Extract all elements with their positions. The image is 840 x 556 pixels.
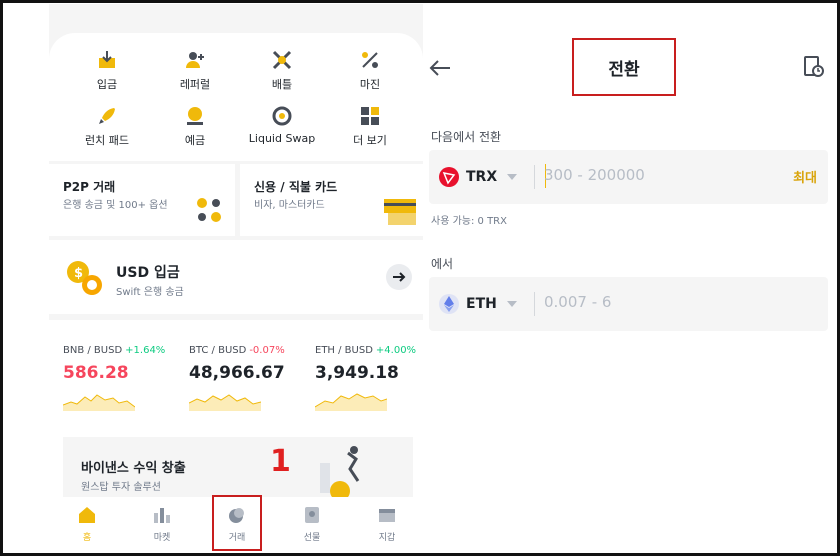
ticker-change: -0.07%: [249, 345, 285, 356]
ticker-price: 48,966.67: [189, 363, 285, 383]
convert-screen: 전환 다음에서 전환 TRX 300 - 200000 최대 사용 가능: 0 …: [423, 4, 837, 552]
step-number-label: 1: [270, 444, 291, 479]
sparkline-chart: [189, 394, 261, 411]
page-title: 전환: [572, 38, 676, 96]
ticker-pair: ETH / BUSD: [315, 345, 373, 356]
menu-more[interactable]: 더 보기: [324, 105, 416, 148]
tab-label: 지갑: [378, 533, 396, 543]
field-divider: [534, 165, 535, 189]
credit-card-title: 신용 / 직불 카드: [254, 180, 338, 194]
from-label: 다음에서 전환: [431, 130, 502, 144]
menu-liquid-swap[interactable]: Liquid Swap: [236, 105, 328, 145]
from-coin-name: TRX: [466, 169, 498, 185]
ticker-change: +1.64%: [125, 345, 166, 356]
menu-savings[interactable]: 예금: [149, 105, 241, 148]
promo-banner[interactable]: 바이낸스 수익 창출 원스탑 투자 솔루션: [63, 437, 413, 497]
swap-icon: [272, 106, 292, 126]
market-icon: [154, 508, 170, 523]
home-icon: [79, 507, 95, 523]
more-icon: [361, 107, 379, 125]
menu-battle[interactable]: 배틀: [236, 49, 328, 92]
menu-label: 마진: [359, 78, 381, 91]
promo-illustration: [320, 446, 360, 497]
home-screen: 입금 레퍼럴 배틀 마진 런치 패드 예금 Liquid Swap 더 보기 P…: [49, 4, 423, 552]
credit-card-icon: [384, 199, 416, 225]
to-coin-selector[interactable]: ETH: [439, 294, 517, 314]
menu-referral[interactable]: 레퍼럴: [149, 49, 241, 92]
menu-label: 더 보기: [353, 134, 387, 147]
to-amount-input[interactable]: 0.007 - 6: [544, 293, 611, 311]
tab-label: 홈: [82, 533, 92, 543]
ticker-price: 586.28: [63, 363, 129, 383]
menu-label: 입금: [96, 78, 118, 91]
from-field[interactable]: TRX 300 - 200000 최대: [429, 150, 828, 204]
menu-label: 레퍼럴: [179, 78, 211, 91]
tab-home[interactable]: 홈: [57, 497, 117, 552]
trx-coin-icon: [439, 167, 459, 187]
futures-icon: [305, 507, 319, 523]
p2p-card[interactable]: P2P 거래 은행 송금 및 100+ 옵션: [49, 164, 235, 236]
trade-tab-highlight: [212, 495, 262, 551]
ticker-pair: BNB / BUSD: [63, 345, 123, 356]
dollar-coin-icon: $: [67, 261, 102, 295]
p2p-subtitle: 은행 송금 및 100+ 옵션: [63, 200, 168, 211]
credit-card-subtitle: 비자, 마스터카드: [254, 200, 325, 211]
to-coin-name: ETH: [466, 296, 497, 312]
tab-label: 선물: [303, 533, 321, 543]
tab-label: 마켓: [153, 533, 171, 543]
ticker-btc[interactable]: BTC / BUSD -0.07% 48,966.67: [189, 338, 309, 411]
chevron-down-icon: [507, 174, 518, 180]
savings-icon: [187, 107, 203, 125]
menu-label: 배틀: [271, 78, 293, 91]
rocket-icon: [99, 108, 115, 124]
referral-icon: [186, 52, 204, 68]
deposit-icon: [99, 51, 115, 68]
p2p-icon: [197, 198, 221, 222]
from-coin-selector[interactable]: TRX: [439, 167, 518, 187]
arrow-right-icon: [393, 272, 406, 282]
menu-margin[interactable]: 마진: [324, 49, 416, 92]
usd-subtitle: Swift 은행 송금: [116, 287, 184, 298]
menu-deposit[interactable]: 입금: [61, 49, 153, 92]
tab-futures[interactable]: 선물: [282, 497, 342, 552]
available-balance: 사용 가능: 0 TRX: [431, 216, 507, 227]
ticker-bnb[interactable]: BNB / BUSD +1.64% 586.28: [63, 338, 183, 411]
menu-label: 런치 패드: [85, 134, 129, 147]
wallet-icon: [379, 509, 395, 522]
eth-coin-icon: [439, 294, 459, 314]
p2p-title: P2P 거래: [63, 180, 116, 194]
max-button[interactable]: 최대: [793, 167, 817, 186]
sparkline-chart: [63, 394, 135, 411]
sparkline-chart: [315, 393, 387, 411]
usd-deposit-card[interactable]: $ USD 입금 Swift 은행 송금: [49, 240, 423, 314]
promo-title: 바이낸스 수익 창출: [81, 461, 186, 476]
menu-launchpad[interactable]: 런치 패드: [61, 105, 153, 148]
to-label: 에서: [431, 257, 454, 271]
from-amount-input[interactable]: 300 - 200000: [544, 166, 645, 184]
tab-wallet[interactable]: 지갑: [357, 497, 417, 552]
margin-icon: [362, 52, 378, 68]
field-divider: [534, 292, 535, 316]
history-icon[interactable]: [804, 56, 824, 78]
bottom-tab-bar: 홈 마켓 거래 선물 지갑: [49, 495, 423, 552]
usd-arrow-button[interactable]: [386, 264, 412, 290]
usd-title: USD 입금: [116, 265, 180, 281]
ticker-change: +4.00%: [375, 345, 417, 356]
quick-menu: 입금 레퍼럴 배틀 마진 런치 패드 예금 Liquid Swap 더 보기: [49, 33, 423, 161]
tab-market[interactable]: 마켓: [132, 497, 192, 552]
credit-card-card[interactable]: 신용 / 직불 카드 비자, 마스터카드: [240, 164, 423, 236]
promo-subtitle: 원스탑 투자 솔루션: [81, 482, 161, 493]
ticker-eth[interactable]: ETH / BUSD +4.00% 3,949.18: [315, 338, 423, 411]
ticker-pair: BTC / BUSD: [189, 345, 247, 356]
back-arrow-icon[interactable]: [429, 59, 451, 77]
menu-label: Liquid Swap: [248, 132, 316, 145]
svg-text:$: $: [74, 266, 83, 281]
chevron-down-icon: [506, 301, 517, 307]
battle-icon: [272, 50, 292, 70]
ticker-price: 3,949.18: [315, 363, 399, 383]
menu-label: 예금: [184, 134, 206, 147]
to-field[interactable]: ETH 0.007 - 6: [429, 277, 828, 331]
